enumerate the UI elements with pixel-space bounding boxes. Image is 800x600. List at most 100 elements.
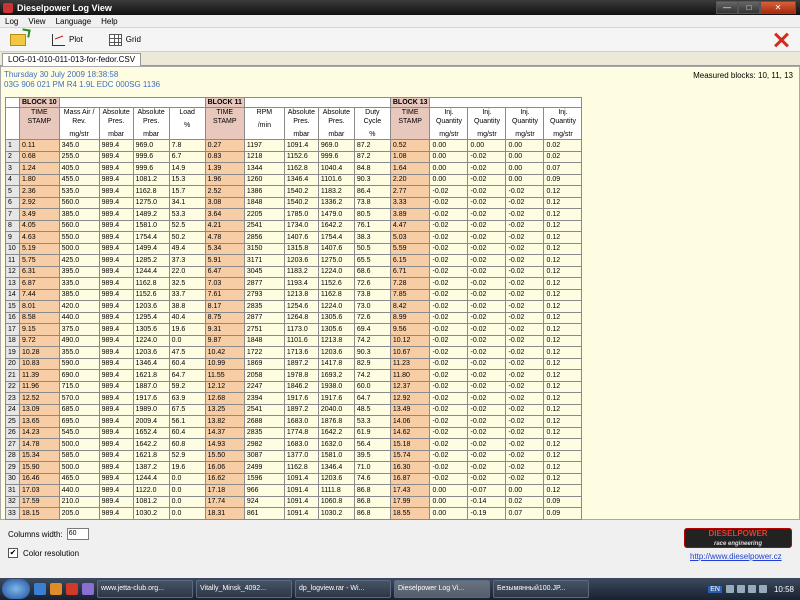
table-cell[interactable]: 0.00 (505, 484, 545, 497)
table-cell[interactable]: -0.02 (467, 311, 507, 324)
table-cell[interactable]: 1621.8 (132, 369, 170, 382)
table-cell[interactable]: -0.02 (429, 277, 469, 290)
table-cell[interactable]: 345.0 (58, 139, 100, 152)
table-cell[interactable]: 1642.2 (132, 438, 170, 451)
table-cell[interactable]: -0.02 (429, 254, 469, 267)
table-cell[interactable]: -0.02 (467, 162, 507, 175)
table-cell[interactable]: 0.12 (543, 242, 583, 255)
row-number[interactable]: 26 (5, 426, 20, 439)
table-cell[interactable]: 1101.6 (317, 173, 355, 186)
column-header[interactable]: Absolute Pres. mbar (132, 107, 170, 140)
table-row[interactable]: 6 2.92 560.0 989.4 1275.0 34.1 3.08 1848 1540.2 1… (5, 196, 583, 209)
table-cell[interactable]: 73.8 (353, 196, 391, 209)
table-cell[interactable]: -0.02 (505, 403, 545, 416)
table-cell[interactable]: 15.50 (204, 449, 245, 462)
table-cell[interactable]: -0.02 (467, 265, 507, 278)
table-cell[interactable]: 9.56 (389, 323, 431, 336)
table-cell[interactable]: 0.0 (168, 495, 206, 508)
table-cell[interactable]: 1224.0 (317, 265, 355, 278)
table-cell[interactable]: 15.74 (389, 449, 431, 462)
table-cell[interactable]: 53.3 (353, 415, 391, 428)
table-cell[interactable]: 490.0 (58, 334, 100, 347)
table-row[interactable]: 22 11.96 715.0 989.4 1887.0 59.2 12.12 2247 1846… (5, 380, 583, 393)
table-cell[interactable]: 0.12 (543, 185, 583, 198)
close-log-icon[interactable] (772, 31, 790, 49)
table-cell[interactable]: 84.8 (353, 162, 391, 175)
table-cell[interactable]: 56.1 (168, 415, 206, 428)
table-cell[interactable]: 2877 (243, 277, 285, 290)
table-cell[interactable]: 1540.2 (283, 196, 319, 209)
table-cell[interactable]: 1305.6 (317, 311, 355, 324)
table-cell[interactable]: 1030.2 (132, 507, 170, 520)
table-cell[interactable]: 0.12 (543, 334, 583, 347)
table-cell[interactable]: 11.96 (19, 380, 60, 393)
table-cell[interactable]: 989.4 (98, 288, 134, 301)
table-cell[interactable]: 52.9 (168, 449, 206, 462)
table-cell[interactable]: 0.00 (429, 150, 469, 163)
table-cell[interactable]: 3150 (243, 242, 285, 255)
table-cell[interactable]: -0.07 (467, 484, 507, 497)
table-cell[interactable]: 989.4 (98, 357, 134, 370)
plot-button[interactable]: Plot (46, 30, 89, 50)
table-cell[interactable]: -0.02 (467, 300, 507, 313)
table-cell[interactable]: 2856 (243, 231, 285, 244)
row-number[interactable]: 32 (5, 495, 20, 508)
table-cell[interactable]: 1162.8 (132, 277, 170, 290)
table-cell[interactable]: 1040.4 (317, 162, 355, 175)
table-cell[interactable]: 1091.4 (283, 139, 319, 152)
table-cell[interactable]: 1305.6 (132, 323, 170, 336)
table-cell[interactable]: 1346.4 (132, 357, 170, 370)
table-cell[interactable]: 86.8 (353, 507, 391, 520)
column-header[interactable]: Inj. Quantity mg/str (467, 107, 507, 140)
table-cell[interactable]: 0.12 (543, 346, 583, 359)
table-cell[interactable]: 989.4 (98, 150, 134, 163)
quicklaunch-app-icon[interactable] (82, 583, 94, 595)
table-cell[interactable]: 0.12 (543, 254, 583, 267)
table-cell[interactable]: -0.02 (429, 265, 469, 278)
table-cell[interactable]: -0.02 (429, 392, 469, 405)
table-row[interactable]: 11 5.75 425.0 989.4 1285.2 37.3 5.91 3171 1203.6… (5, 254, 583, 267)
table-cell[interactable]: 32.5 (168, 277, 206, 290)
table-cell[interactable]: 2835 (243, 426, 285, 439)
table-cell[interactable]: 1101.6 (283, 334, 319, 347)
table-cell[interactable]: 1152.6 (317, 277, 355, 290)
table-cell[interactable]: 1346.4 (317, 461, 355, 474)
table-cell[interactable]: 2541 (243, 403, 285, 416)
column-header[interactable]: Absolute Pres. mbar (98, 107, 134, 140)
table-cell[interactable]: -0.02 (505, 449, 545, 462)
table-cell[interactable]: 6.31 (19, 265, 60, 278)
column-header[interactable]: Load% (168, 107, 206, 140)
column-header[interactable]: TIME STAMP (204, 107, 245, 140)
row-number[interactable]: 15 (5, 300, 20, 313)
table-cell[interactable]: -0.02 (505, 380, 545, 393)
table-cell[interactable]: 1989.0 (132, 403, 170, 416)
table-cell[interactable]: 5.19 (19, 242, 60, 255)
table-cell[interactable]: 10.67 (389, 346, 431, 359)
table-cell[interactable]: 14.06 (389, 415, 431, 428)
table-cell[interactable]: 550.0 (58, 231, 100, 244)
table-cell[interactable]: 2835 (243, 300, 285, 313)
table-cell[interactable]: 39.5 (353, 449, 391, 462)
table-cell[interactable]: 1060.8 (317, 495, 355, 508)
table-cell[interactable]: 1499.4 (132, 242, 170, 255)
table-cell[interactable]: 1122.0 (132, 484, 170, 497)
table-cell[interactable]: 0.12 (543, 461, 583, 474)
table-cell[interactable]: 999.6 (132, 150, 170, 163)
table-cell[interactable]: 989.4 (98, 139, 134, 152)
table-cell[interactable]: 60.0 (353, 380, 391, 393)
table-cell[interactable]: 440.0 (58, 311, 100, 324)
table-cell[interactable]: -0.02 (429, 300, 469, 313)
table-cell[interactable]: 59.2 (168, 380, 206, 393)
row-number[interactable]: 18 (5, 334, 20, 347)
table-cell[interactable]: 14.93 (204, 438, 245, 451)
tray-icon[interactable] (725, 585, 734, 593)
table-cell[interactable]: 52.5 (168, 219, 206, 232)
table-cell[interactable]: 12.92 (389, 392, 431, 405)
table-row[interactable]: 14 7.44 385.0 989.4 1152.6 33.7 7.61 2793 1213.8… (5, 288, 583, 301)
table-cell[interactable]: -0.02 (467, 219, 507, 232)
grid-button[interactable]: Grid (103, 30, 147, 50)
table-cell[interactable]: 0.52 (389, 139, 431, 152)
table-cell[interactable]: 14.62 (389, 426, 431, 439)
table-cell[interactable]: 2688 (243, 415, 285, 428)
table-cell[interactable]: 969.0 (132, 139, 170, 152)
